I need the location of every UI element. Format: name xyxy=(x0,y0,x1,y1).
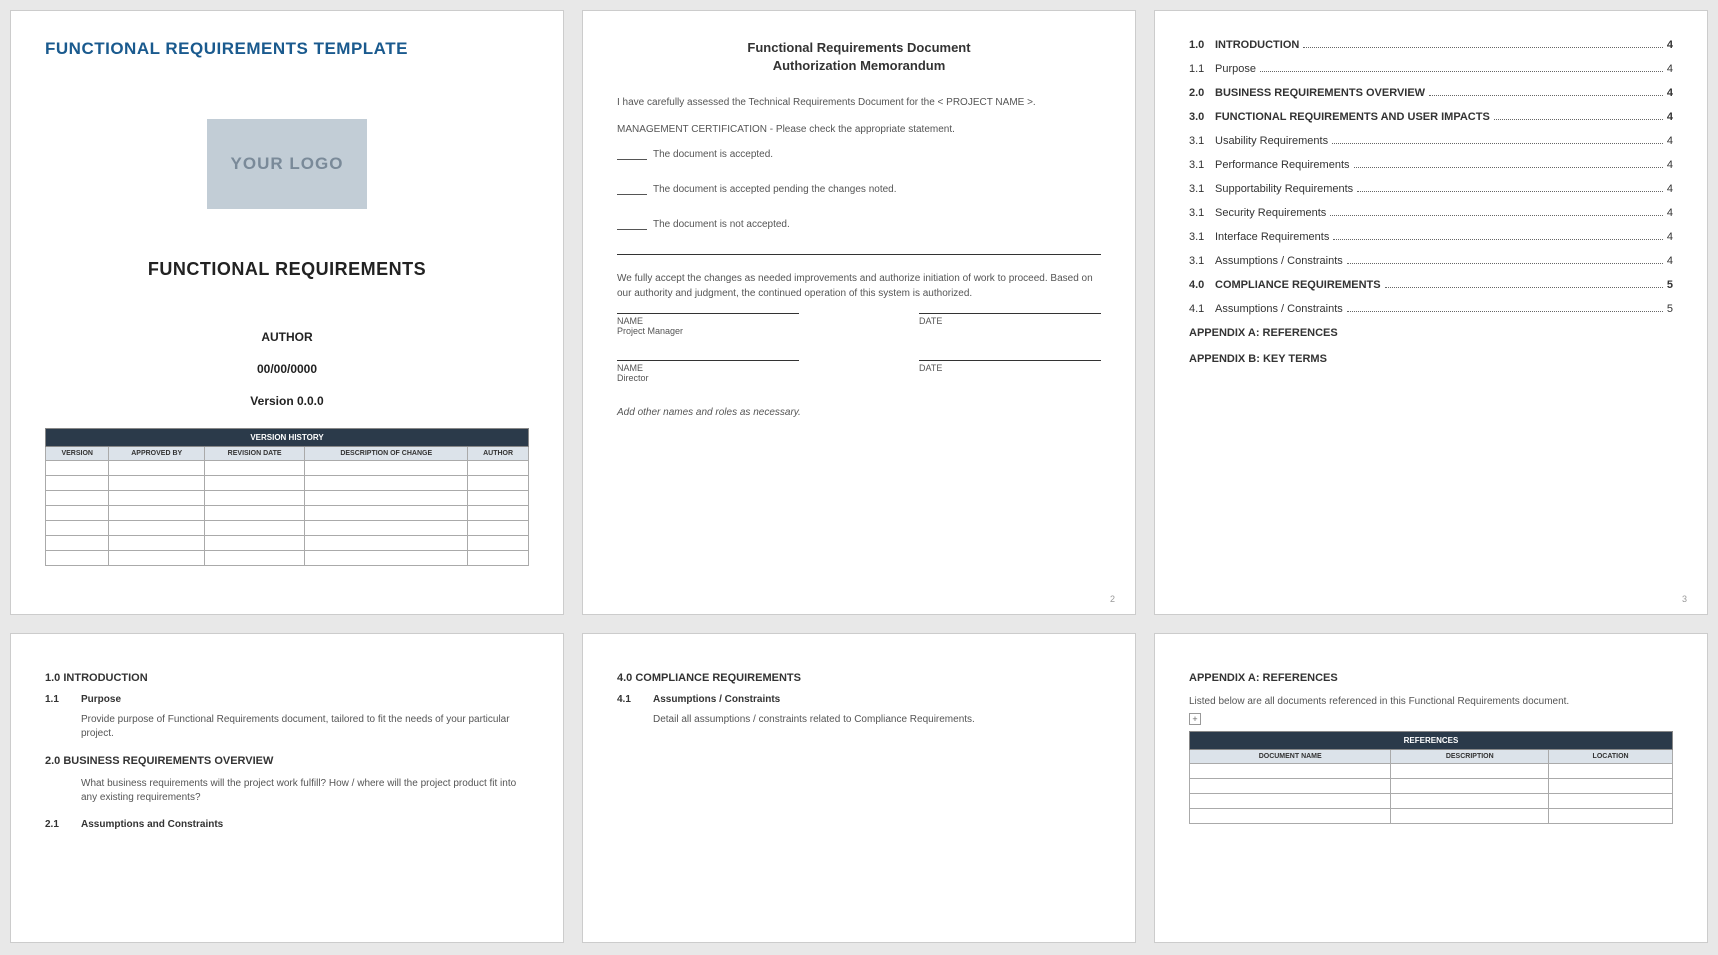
auth-memo-title: Functional Requirements Document Authori… xyxy=(617,39,1101,75)
section-2-0: 2.0 BUSINESS REQUIREMENTS OVERVIEW xyxy=(45,755,529,767)
table-row xyxy=(46,491,529,506)
col-version: VERSION xyxy=(46,447,109,461)
page-1-cover: FUNCTIONAL REQUIREMENTS TEMPLATE YOUR LO… xyxy=(10,10,564,615)
compliance-text: Detail all assumptions / constraints rel… xyxy=(653,713,1101,727)
toc-entry: 2.0BUSINESS REQUIREMENTS OVERVIEW4 xyxy=(1189,87,1673,99)
option-not-accepted: The document is not accepted. xyxy=(617,219,1101,230)
appendix-b: APPENDIX B: KEY TERMS xyxy=(1189,353,1673,365)
col-author: AUTHOR xyxy=(468,447,529,461)
pages-grid: FUNCTIONAL REQUIREMENTS TEMPLATE YOUR LO… xyxy=(10,10,1708,943)
signature-row-1: NAME Project Manager DATE xyxy=(617,313,1101,336)
page-4-intro: 1.0 INTRODUCTION 1.1 Purpose Provide pur… xyxy=(10,633,564,943)
page-6-references: APPENDIX A: REFERENCES Listed below are … xyxy=(1154,633,1708,943)
toc-entry: 3.1Supportability Requirements4 xyxy=(1189,183,1673,195)
ref-table-title: REFERENCES xyxy=(1190,732,1673,750)
sig-name-label: NAME xyxy=(617,313,799,326)
section-1-0: 1.0 INTRODUCTION xyxy=(45,672,529,684)
document-title: FUNCTIONAL REQUIREMENTS xyxy=(45,259,529,280)
toc-entry: 3.1Interface Requirements4 xyxy=(1189,231,1673,243)
template-header: FUNCTIONAL REQUIREMENTS TEMPLATE xyxy=(45,39,529,59)
logo-placeholder: YOUR LOGO xyxy=(207,119,367,209)
toc-entry: 1.0INTRODUCTION4 xyxy=(1189,39,1673,51)
col-docname: DOCUMENT NAME xyxy=(1190,750,1391,764)
mgmt-cert-text: MANAGEMENT CERTIFICATION - Please check … xyxy=(617,122,1101,137)
subsection-4-1: 4.1 Assumptions / Constraints xyxy=(617,694,1101,705)
toc-entry: 3.1Usability Requirements4 xyxy=(1189,135,1673,147)
page-number: 2 xyxy=(1110,594,1115,604)
table-row xyxy=(46,521,529,536)
appendix-a: APPENDIX A: REFERENCES xyxy=(1189,327,1673,339)
table-row xyxy=(46,536,529,551)
page-2-authorization: Functional Requirements Document Authori… xyxy=(582,10,1136,615)
page-number: 3 xyxy=(1682,594,1687,604)
version-table-title: VERSION HISTORY xyxy=(46,429,529,447)
col-description: DESCRIPTION OF CHANGE xyxy=(305,447,468,461)
version-label: Version 0.0.0 xyxy=(45,394,529,408)
table-row xyxy=(1190,809,1673,824)
table-row xyxy=(1190,794,1673,809)
purpose-text: Provide purpose of Functional Requiremen… xyxy=(81,713,529,741)
date-label: 00/00/0000 xyxy=(45,362,529,376)
add-names-note: Add other names and roles as necessary. xyxy=(617,407,1101,418)
toc-entry: 4.1Assumptions / Constraints5 xyxy=(1189,303,1673,315)
sig-role-pm: Project Manager xyxy=(617,326,799,336)
table-row xyxy=(46,476,529,491)
references-intro: Listed below are all documents reference… xyxy=(1189,694,1673,709)
sig-date-label: DATE xyxy=(919,360,1101,373)
sig-name-label: NAME xyxy=(617,360,799,373)
toc-list: 1.0INTRODUCTION4 1.1Purpose4 2.0BUSINESS R… xyxy=(1189,39,1673,315)
col-revisiondate: REVISION DATE xyxy=(204,447,304,461)
col-location: LOCATION xyxy=(1549,750,1673,764)
signature-row-2: NAME Director DATE xyxy=(617,360,1101,383)
auth-intro-text: I have carefully assessed the Technical … xyxy=(617,95,1101,110)
appendix-a-title: APPENDIX A: REFERENCES xyxy=(1189,672,1673,684)
page-5-compliance: 4.0 COMPLIANCE REQUIREMENTS 4.1 Assumpti… xyxy=(582,633,1136,943)
table-row xyxy=(46,506,529,521)
subsection-1-1: 1.1 Purpose xyxy=(45,694,529,705)
table-row xyxy=(1190,779,1673,794)
toc-entry: 1.1Purpose4 xyxy=(1189,63,1673,75)
page-3-toc: 1.0INTRODUCTION4 1.1Purpose4 2.0BUSINESS R… xyxy=(1154,10,1708,615)
expand-icon[interactable]: + xyxy=(1189,713,1201,725)
toc-entry: 4.0COMPLIANCE REQUIREMENTS5 xyxy=(1189,279,1673,291)
option-accepted-pending: The document is accepted pending the cha… xyxy=(617,184,1101,195)
author-label: AUTHOR xyxy=(45,330,529,344)
subsection-2-1: 2.1 Assumptions and Constraints xyxy=(45,819,529,830)
accept-text: We fully accept the changes as needed im… xyxy=(617,271,1101,301)
version-history-table: VERSION HISTORY VERSION APPROVED BY REVI… xyxy=(45,428,529,566)
table-row xyxy=(46,461,529,476)
toc-entry: 3.0FUNCTIONAL REQUIREMENTS AND USER IMPA… xyxy=(1189,111,1673,123)
col-description: DESCRIPTION xyxy=(1391,750,1549,764)
table-row xyxy=(1190,764,1673,779)
section-4-0: 4.0 COMPLIANCE REQUIREMENTS xyxy=(617,672,1101,684)
col-approvedby: APPROVED BY xyxy=(109,447,205,461)
sig-role-director: Director xyxy=(617,373,799,383)
sig-date-label: DATE xyxy=(919,313,1101,326)
toc-entry: 3.1Security Requirements4 xyxy=(1189,207,1673,219)
references-table: REFERENCES DOCUMENT NAME DESCRIPTION LOC… xyxy=(1189,731,1673,824)
toc-entry: 3.1Assumptions / Constraints4 xyxy=(1189,255,1673,267)
business-req-text: What business requirements will the proj… xyxy=(81,777,529,805)
option-accepted: The document is accepted. xyxy=(617,149,1101,160)
divider xyxy=(617,254,1101,255)
toc-entry: 3.1Performance Requirements4 xyxy=(1189,159,1673,171)
table-row xyxy=(46,551,529,566)
